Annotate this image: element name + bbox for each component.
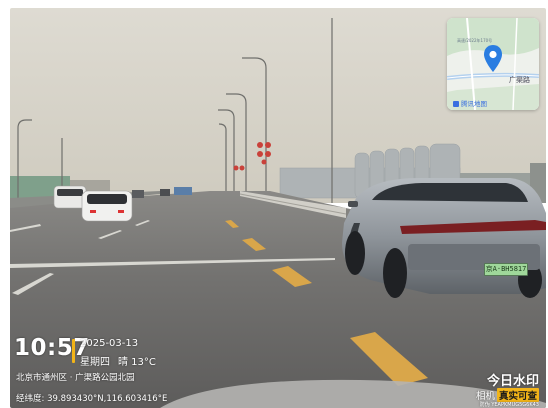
camera-frame: 高速/2022年170号 广渠路 腾讯地图 京A·BH5817 10:57 20… [10, 8, 546, 408]
brand-camera-row: 相机 真实可查 [476, 388, 539, 402]
location-pin-icon [484, 45, 502, 72]
map-road-label: 广渠路 [509, 76, 530, 84]
brand-logo: 今日水印 [486, 374, 539, 389]
location-text: 北京市通州区 · 广渠路公园北园 [16, 373, 135, 383]
date-display: 2025-03-13 [80, 338, 139, 349]
map-provider-label: 腾讯地图 [453, 98, 487, 108]
tencent-map-icon [453, 101, 459, 107]
license-plate: 京A·BH5817 [484, 263, 528, 276]
time-divider [72, 339, 75, 363]
time-display: 10:57 [14, 335, 90, 361]
verified-badge: 真实可查 [496, 388, 539, 402]
weekday: 星期四 [80, 357, 110, 368]
weather: 晴 13°C [118, 357, 156, 368]
coordinates-text: 经纬度: 39.893430°N,116.603416°E [16, 394, 168, 404]
grey-sedan [342, 178, 546, 298]
mini-map[interactable]: 高速/2022年170号 广渠路 腾讯地图 [447, 18, 539, 110]
weekday-weather: 星期四晴 13°C [80, 353, 156, 368]
device-id: 防伪 YEAPKMUG5G6K43 [479, 402, 539, 408]
